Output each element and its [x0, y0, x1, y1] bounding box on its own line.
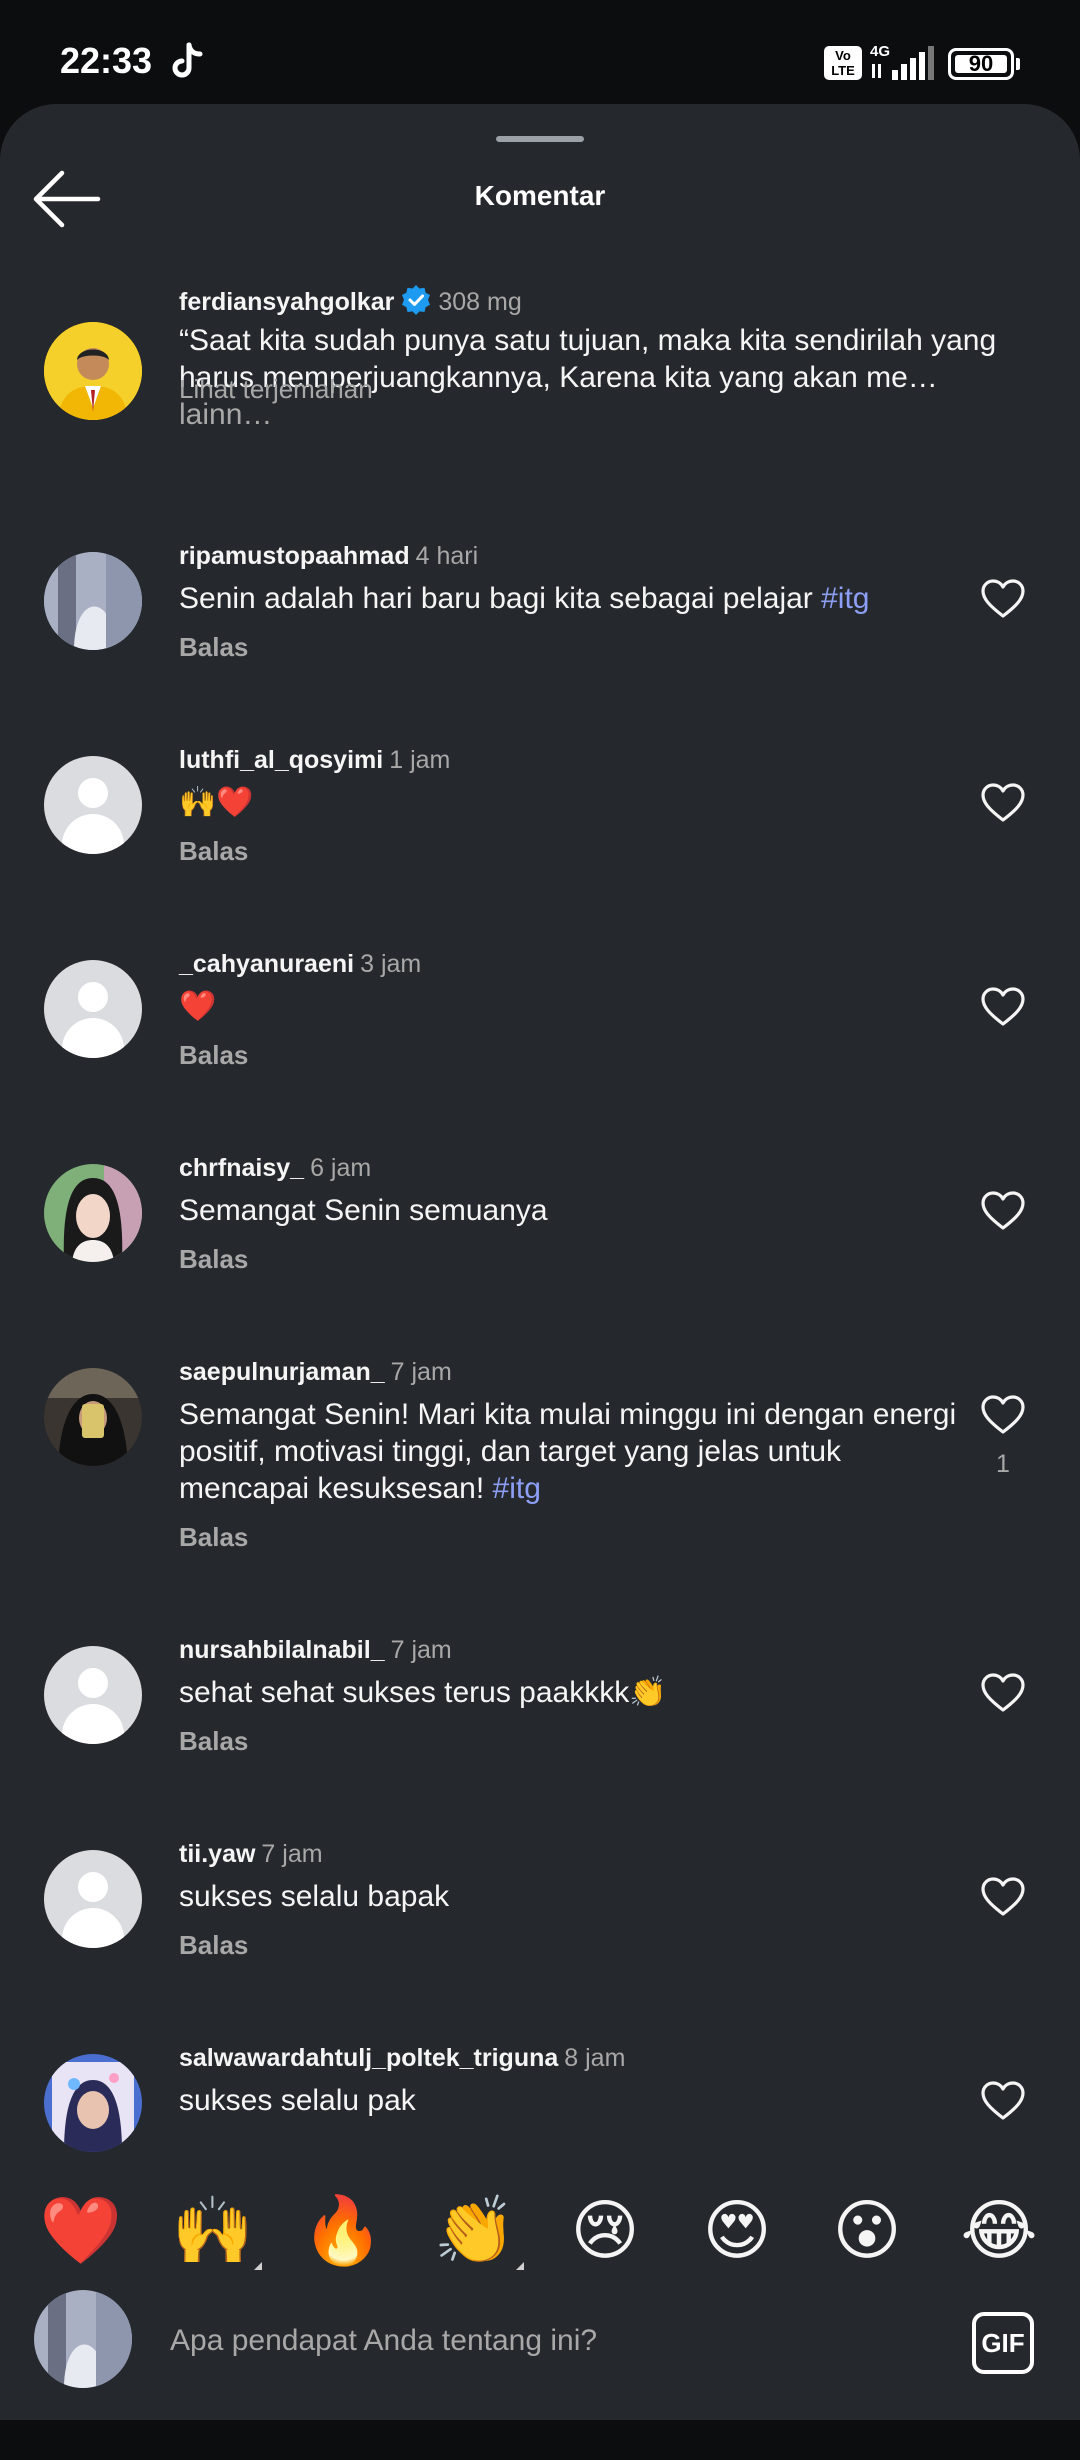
gif-button[interactable]: GIF	[972, 2312, 1034, 2374]
like-heart-icon[interactable]	[980, 1394, 1026, 1436]
avatar[interactable]	[44, 322, 142, 420]
username[interactable]: tii.yaw	[179, 1840, 255, 1868]
see-translation-link[interactable]: Lihat terjemahan	[179, 374, 373, 405]
volte-icon: Vo LTE	[824, 46, 862, 80]
timestamp: 8 jam	[564, 2044, 626, 2072]
like-heart-icon[interactable]	[980, 2080, 1026, 2122]
timestamp: 7 jam	[390, 1358, 452, 1386]
comment-text: sukses selalu pak	[179, 2084, 416, 2117]
reply-button[interactable]: Balas	[179, 836, 248, 867]
comment-text: 🙌❤️	[179, 786, 254, 819]
comment-input[interactable]: Apa pendapat Anda tentang ini?	[170, 2314, 930, 2368]
username[interactable]: _cahyanuraeni	[179, 950, 354, 978]
avatar[interactable]	[44, 1850, 142, 1948]
reply-button[interactable]: Balas	[179, 1930, 248, 1961]
status-bar: 22:33 Vo LTE 4G 90	[0, 0, 1080, 104]
page-title: Komentar	[474, 180, 606, 211]
timestamp: 3 jam	[360, 950, 422, 978]
username[interactable]: ferdiansyahgolkar	[179, 288, 394, 316]
comment-text: Semangat Senin! Mari kita mulai minggu i…	[179, 1396, 979, 1507]
comment-text: Senin adalah hari baru bagi kita sebagai…	[179, 580, 979, 617]
reaction-clap-emoji[interactable]: 👏	[430, 2186, 520, 2276]
comment-text: Semangat Senin semuanya	[179, 1194, 548, 1227]
avatar[interactable]	[44, 756, 142, 854]
timestamp: 308 mg	[438, 288, 522, 316]
username[interactable]: nursahbilalnabil_	[179, 1636, 385, 1664]
comment-body: Semangat Senin! Mari kita mulai minggu i…	[179, 1398, 957, 1505]
reaction-heart-emoji[interactable]: ❤️	[36, 2186, 126, 2276]
timestamp: 7 jam	[390, 1636, 452, 1664]
battery-icon: 90	[948, 48, 1020, 80]
reaction-surprised-emoji[interactable]: 😮	[822, 2186, 912, 2276]
comments-sheet: Komentar ferdiansyahgolkar 308 mg “Saat …	[0, 104, 1080, 2420]
reaction-fire-emoji[interactable]: 🔥	[298, 2186, 388, 2276]
signal-icon: 4G	[870, 43, 934, 80]
like-count[interactable]: 1	[980, 1450, 1026, 1479]
reply-button[interactable]: Balas	[179, 1244, 248, 1275]
status-time: 22:33	[60, 40, 153, 81]
reply-button[interactable]: Balas	[179, 1726, 248, 1757]
like-heart-icon[interactable]	[980, 986, 1026, 1028]
like-heart-icon[interactable]	[980, 1876, 1026, 1918]
username[interactable]: saepulnurjaman_	[179, 1358, 385, 1386]
reply-button[interactable]: Balas	[179, 1522, 248, 1553]
current-user-avatar	[34, 2290, 132, 2388]
comment-text: sehat sehat sukses terus paakkkk👏	[179, 1676, 667, 1709]
verified-badge-icon	[402, 285, 431, 315]
like-heart-icon[interactable]	[980, 1672, 1026, 1714]
hashtag-link[interactable]: #itg	[821, 582, 869, 615]
avatar[interactable]	[44, 552, 142, 650]
timestamp: 7 jam	[261, 1840, 323, 1868]
like-heart-icon[interactable]	[980, 1190, 1026, 1232]
username[interactable]: salwawardahtulj_poltek_triguna	[179, 2044, 558, 2072]
comment-text: sukses selalu bapak	[179, 1880, 450, 1913]
avatar[interactable]	[44, 960, 142, 1058]
reaction-heart-eyes-emoji[interactable]: 😍	[692, 2186, 782, 2276]
reply-button[interactable]: Balas	[179, 632, 248, 663]
reaction-laughing-emoji[interactable]: 😂	[954, 2186, 1044, 2276]
timestamp: 4 hari	[415, 542, 479, 570]
drag-handle[interactable]	[496, 136, 584, 142]
username[interactable]: luthfi_al_qosyimi	[179, 746, 383, 774]
tiktok-notification-icon	[172, 42, 203, 78]
navigation-bar	[0, 2420, 1080, 2460]
username[interactable]: chrfnaisy_	[179, 1154, 304, 1182]
avatar[interactable]	[44, 1164, 142, 1262]
avatar[interactable]	[44, 1646, 142, 1744]
avatar[interactable]	[44, 2054, 142, 2152]
reaction-raised-hands-emoji[interactable]: 🙌	[168, 2186, 258, 2276]
caption-meta: ferdiansyahgolkar 308 mg	[179, 284, 522, 317]
reply-button[interactable]: Balas	[179, 1040, 248, 1071]
comment-body: Senin adalah hari baru bagi kita sebagai…	[179, 582, 822, 615]
timestamp: 6 jam	[310, 1154, 372, 1182]
like-heart-icon[interactable]	[980, 782, 1026, 824]
comment-composer: Apa pendapat Anda tentang ini? GIF	[0, 2270, 1080, 2420]
username[interactable]: ripamustopaahmad	[179, 542, 410, 570]
like-heart-icon[interactable]	[980, 578, 1026, 620]
network-type: 4G	[870, 43, 890, 60]
timestamp: 1 jam	[389, 746, 451, 774]
hashtag-link[interactable]: #itg	[493, 1472, 541, 1505]
battery-level: 90	[968, 51, 994, 76]
comment-text: ❤️	[179, 990, 217, 1023]
reaction-cry-emoji[interactable]: 😢	[560, 2186, 650, 2276]
avatar[interactable]	[44, 1368, 142, 1466]
